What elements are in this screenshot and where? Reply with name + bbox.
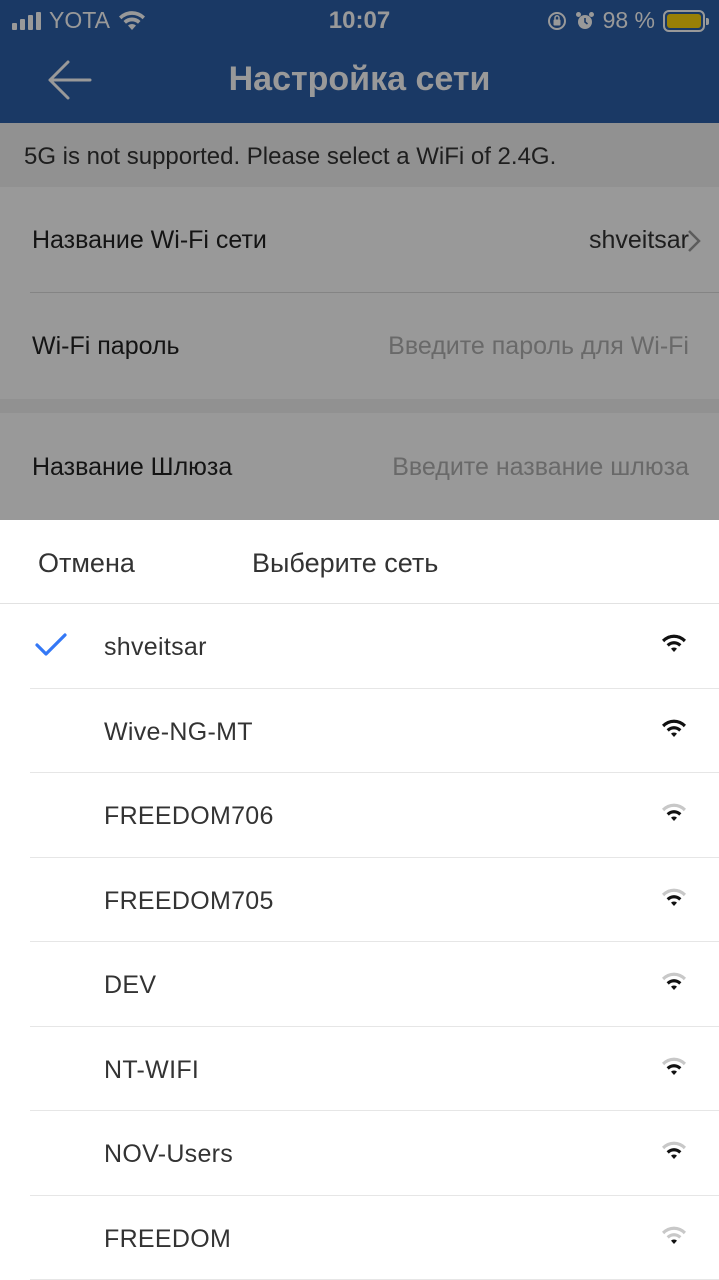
- network-item[interactable]: FREEDOM706: [30, 773, 719, 858]
- network-name: FREEDOM705: [104, 886, 274, 915]
- network-setup-screen: YOTA 10:07 98 % Настройка сети 5G is not…: [0, 0, 719, 1280]
- network-item[interactable]: shveitsar: [30, 604, 719, 689]
- network-name: NOV-Users: [104, 1140, 234, 1168]
- wifi-signal-icon: [662, 888, 686, 906]
- network-name: shveitsar: [104, 633, 207, 661]
- wifi-signal-icon: [662, 972, 686, 990]
- network-name: FREEDOM: [104, 1224, 232, 1253]
- network-list: shveitsar Wive-NG-MT FREEDOM706 FREEDOM705 D…: [0, 604, 719, 1280]
- checkmark-icon: [35, 633, 67, 656]
- wifi-signal-icon: [662, 1226, 686, 1244]
- network-picker-sheet: Отмена Выберите сеть shveitsar Wive-NG-MT…: [0, 520, 719, 1280]
- network-name: Wive-NG-MT: [104, 717, 253, 746]
- sheet-title: Выберите сеть: [252, 548, 439, 578]
- network-item[interactable]: DEV: [30, 942, 719, 1027]
- wifi-signal-icon: [662, 803, 686, 821]
- cancel-button[interactable]: Отмена: [38, 548, 135, 579]
- network-name: DEV: [104, 971, 157, 999]
- sheet-header: Отмена Выберите сеть: [0, 520, 719, 604]
- wifi-signal-icon: [662, 1141, 686, 1159]
- network-item[interactable]: NOV-Users: [30, 1111, 719, 1196]
- network-item[interactable]: FREEDOM: [30, 1196, 719, 1280]
- wifi-signal-icon: [662, 1057, 686, 1075]
- wifi-signal-icon: [662, 719, 686, 737]
- network-item[interactable]: Wive-NG-MT: [30, 689, 719, 773]
- network-item[interactable]: FREEDOM705: [30, 858, 719, 942]
- wifi-signal-icon: [662, 634, 686, 652]
- network-item[interactable]: NT-WIFI: [30, 1027, 719, 1111]
- network-name: FREEDOM706: [104, 802, 274, 830]
- network-name: NT-WIFI: [104, 1055, 200, 1084]
